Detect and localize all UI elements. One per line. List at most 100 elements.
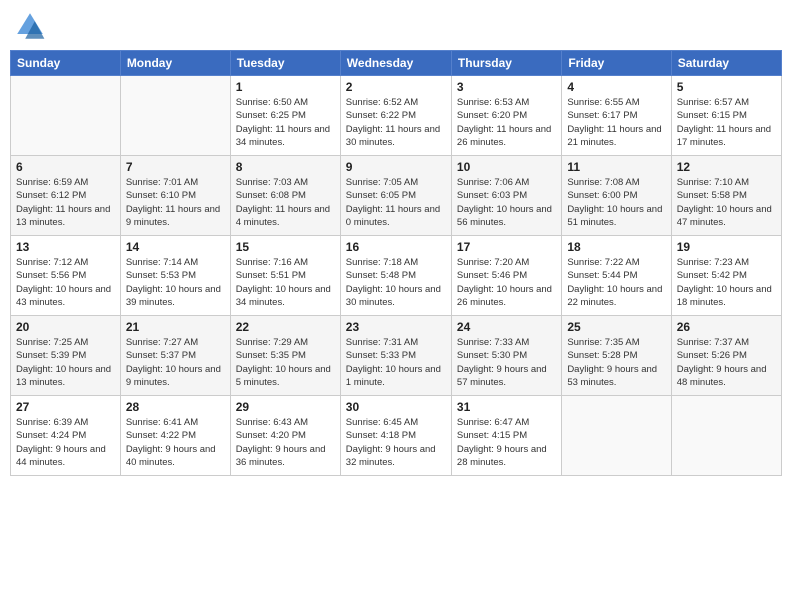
day-info: Sunrise: 7:10 AM Sunset: 5:58 PM Dayligh… bbox=[677, 176, 776, 229]
calendar-cell: 27Sunrise: 6:39 AM Sunset: 4:24 PM Dayli… bbox=[11, 396, 121, 476]
calendar-cell: 16 Sunrise: 7:18 AM Sunset: 5:48 PM Dayli… bbox=[340, 236, 451, 316]
day-number: 21 bbox=[126, 320, 225, 334]
calendar-cell: 14Sunrise: 7:14 AM Sunset: 5:53 PM Dayli… bbox=[120, 236, 230, 316]
calendar-body: 1 Sunrise: 6:50 AM Sunset: 6:25 PM Daylig… bbox=[11, 76, 782, 476]
calendar-cell: 2 Sunrise: 6:52 AM Sunset: 6:22 PM Daylig… bbox=[340, 76, 451, 156]
calendar-cell: 26 Sunrise: 7:37 AM Sunset: 5:26 PM Dayli… bbox=[671, 316, 781, 396]
day-number: 22 bbox=[236, 320, 335, 334]
day-number: 1 bbox=[236, 80, 335, 94]
calendar-cell: 22 Sunrise: 7:29 AM Sunset: 5:35 PM Dayli… bbox=[230, 316, 340, 396]
calendar-cell: 7 Sunrise: 7:01 AM Sunset: 6:10 PM Daylig… bbox=[120, 156, 230, 236]
calendar-cell: 11 Sunrise: 7:08 AM Sunset: 6:00 PM Dayli… bbox=[562, 156, 671, 236]
day-number: 17 bbox=[457, 240, 556, 254]
calendar-cell: 3Sunrise: 6:53 AM Sunset: 6:20 PM Daylig… bbox=[451, 76, 561, 156]
day-info: Sunrise: 7:03 AM Sunset: 6:08 PM Dayligh… bbox=[236, 176, 335, 229]
page-header bbox=[10, 10, 782, 42]
calendar-cell: 13 Sunrise: 7:12 AM Sunset: 5:56 PM Dayli… bbox=[11, 236, 121, 316]
calendar-cell bbox=[11, 76, 121, 156]
day-info: Sunrise: 6:41 AM Sunset: 4:22 PM Dayligh… bbox=[126, 416, 225, 469]
day-header-thursday: Thursday bbox=[451, 51, 561, 76]
calendar-cell: 30Sunrise: 6:45 AM Sunset: 4:18 PM Dayli… bbox=[340, 396, 451, 476]
calendar-cell: 24Sunrise: 7:33 AM Sunset: 5:30 PM Dayli… bbox=[451, 316, 561, 396]
day-number: 31 bbox=[457, 400, 556, 414]
calendar-cell: 23 Sunrise: 7:31 AM Sunset: 5:33 PM Dayli… bbox=[340, 316, 451, 396]
header-row: SundayMondayTuesdayWednesdayThursdayFrid… bbox=[11, 51, 782, 76]
calendar-cell: 28 Sunrise: 6:41 AM Sunset: 4:22 PM Dayli… bbox=[120, 396, 230, 476]
day-number: 16 bbox=[346, 240, 446, 254]
calendar-cell: 20Sunrise: 7:25 AM Sunset: 5:39 PM Dayli… bbox=[11, 316, 121, 396]
day-number: 4 bbox=[567, 80, 665, 94]
day-number: 7 bbox=[126, 160, 225, 174]
calendar-cell: 25Sunrise: 7:35 AM Sunset: 5:28 PM Dayli… bbox=[562, 316, 671, 396]
day-number: 2 bbox=[346, 80, 446, 94]
calendar-week-3: 13 Sunrise: 7:12 AM Sunset: 5:56 PM Dayli… bbox=[11, 236, 782, 316]
day-info: Sunrise: 7:08 AM Sunset: 6:00 PM Dayligh… bbox=[567, 176, 665, 229]
day-header-friday: Friday bbox=[562, 51, 671, 76]
day-info: Sunrise: 7:16 AM Sunset: 5:51 PM Dayligh… bbox=[236, 256, 335, 309]
calendar-cell: 19Sunrise: 7:23 AM Sunset: 5:42 PM Dayli… bbox=[671, 236, 781, 316]
day-number: 30 bbox=[346, 400, 446, 414]
day-info: Sunrise: 7:05 AM Sunset: 6:05 PM Dayligh… bbox=[346, 176, 446, 229]
day-info: Sunrise: 7:06 AM Sunset: 6:03 PM Dayligh… bbox=[457, 176, 556, 229]
day-info: Sunrise: 7:33 AM Sunset: 5:30 PM Dayligh… bbox=[457, 336, 556, 389]
day-info: Sunrise: 6:50 AM Sunset: 6:25 PM Dayligh… bbox=[236, 96, 335, 149]
calendar-cell: 12 Sunrise: 7:10 AM Sunset: 5:58 PM Dayli… bbox=[671, 156, 781, 236]
calendar-cell: 17 Sunrise: 7:20 AM Sunset: 5:46 PM Dayli… bbox=[451, 236, 561, 316]
calendar-week-2: 6Sunrise: 6:59 AM Sunset: 6:12 PM Daylig… bbox=[11, 156, 782, 236]
day-number: 11 bbox=[567, 160, 665, 174]
day-number: 28 bbox=[126, 400, 225, 414]
calendar-cell: 18 Sunrise: 7:22 AM Sunset: 5:44 PM Dayli… bbox=[562, 236, 671, 316]
calendar-table: SundayMondayTuesdayWednesdayThursdayFrid… bbox=[10, 50, 782, 476]
day-number: 12 bbox=[677, 160, 776, 174]
calendar-cell: 6Sunrise: 6:59 AM Sunset: 6:12 PM Daylig… bbox=[11, 156, 121, 236]
day-info: Sunrise: 7:18 AM Sunset: 5:48 PM Dayligh… bbox=[346, 256, 446, 309]
day-info: Sunrise: 7:37 AM Sunset: 5:26 PM Dayligh… bbox=[677, 336, 776, 389]
day-info: Sunrise: 6:43 AM Sunset: 4:20 PM Dayligh… bbox=[236, 416, 335, 469]
day-number: 8 bbox=[236, 160, 335, 174]
day-number: 26 bbox=[677, 320, 776, 334]
day-number: 10 bbox=[457, 160, 556, 174]
day-info: Sunrise: 7:23 AM Sunset: 5:42 PM Dayligh… bbox=[677, 256, 776, 309]
day-info: Sunrise: 7:20 AM Sunset: 5:46 PM Dayligh… bbox=[457, 256, 556, 309]
day-header-saturday: Saturday bbox=[671, 51, 781, 76]
calendar-cell bbox=[562, 396, 671, 476]
day-info: Sunrise: 7:12 AM Sunset: 5:56 PM Dayligh… bbox=[16, 256, 115, 309]
calendar-cell: 4 Sunrise: 6:55 AM Sunset: 6:17 PM Daylig… bbox=[562, 76, 671, 156]
calendar-cell bbox=[671, 396, 781, 476]
day-info: Sunrise: 7:22 AM Sunset: 5:44 PM Dayligh… bbox=[567, 256, 665, 309]
calendar-week-4: 20Sunrise: 7:25 AM Sunset: 5:39 PM Dayli… bbox=[11, 316, 782, 396]
day-info: Sunrise: 7:01 AM Sunset: 6:10 PM Dayligh… bbox=[126, 176, 225, 229]
day-info: Sunrise: 6:47 AM Sunset: 4:15 PM Dayligh… bbox=[457, 416, 556, 469]
logo-icon bbox=[14, 10, 46, 42]
logo bbox=[14, 10, 50, 42]
day-header-tuesday: Tuesday bbox=[230, 51, 340, 76]
calendar-cell bbox=[120, 76, 230, 156]
calendar-cell: 29 Sunrise: 6:43 AM Sunset: 4:20 PM Dayli… bbox=[230, 396, 340, 476]
calendar-cell: 1 Sunrise: 6:50 AM Sunset: 6:25 PM Daylig… bbox=[230, 76, 340, 156]
day-info: Sunrise: 7:27 AM Sunset: 5:37 PM Dayligh… bbox=[126, 336, 225, 389]
day-header-sunday: Sunday bbox=[11, 51, 121, 76]
day-number: 27 bbox=[16, 400, 115, 414]
day-number: 29 bbox=[236, 400, 335, 414]
calendar-cell: 31 Sunrise: 6:47 AM Sunset: 4:15 PM Dayli… bbox=[451, 396, 561, 476]
day-info: Sunrise: 7:14 AM Sunset: 5:53 PM Dayligh… bbox=[126, 256, 225, 309]
day-info: Sunrise: 6:57 AM Sunset: 6:15 PM Dayligh… bbox=[677, 96, 776, 149]
day-info: Sunrise: 7:29 AM Sunset: 5:35 PM Dayligh… bbox=[236, 336, 335, 389]
day-info: Sunrise: 6:52 AM Sunset: 6:22 PM Dayligh… bbox=[346, 96, 446, 149]
day-number: 13 bbox=[16, 240, 115, 254]
day-number: 18 bbox=[567, 240, 665, 254]
day-info: Sunrise: 7:31 AM Sunset: 5:33 PM Dayligh… bbox=[346, 336, 446, 389]
day-number: 9 bbox=[346, 160, 446, 174]
day-number: 5 bbox=[677, 80, 776, 94]
day-header-wednesday: Wednesday bbox=[340, 51, 451, 76]
day-info: Sunrise: 6:53 AM Sunset: 6:20 PM Dayligh… bbox=[457, 96, 556, 149]
day-number: 15 bbox=[236, 240, 335, 254]
day-info: Sunrise: 6:55 AM Sunset: 6:17 PM Dayligh… bbox=[567, 96, 665, 149]
day-info: Sunrise: 6:59 AM Sunset: 6:12 PM Dayligh… bbox=[16, 176, 115, 229]
day-info: Sunrise: 7:25 AM Sunset: 5:39 PM Dayligh… bbox=[16, 336, 115, 389]
calendar-cell: 5 Sunrise: 6:57 AM Sunset: 6:15 PM Daylig… bbox=[671, 76, 781, 156]
day-number: 23 bbox=[346, 320, 446, 334]
day-number: 25 bbox=[567, 320, 665, 334]
calendar-cell: 15 Sunrise: 7:16 AM Sunset: 5:51 PM Dayli… bbox=[230, 236, 340, 316]
calendar-week-5: 27Sunrise: 6:39 AM Sunset: 4:24 PM Dayli… bbox=[11, 396, 782, 476]
